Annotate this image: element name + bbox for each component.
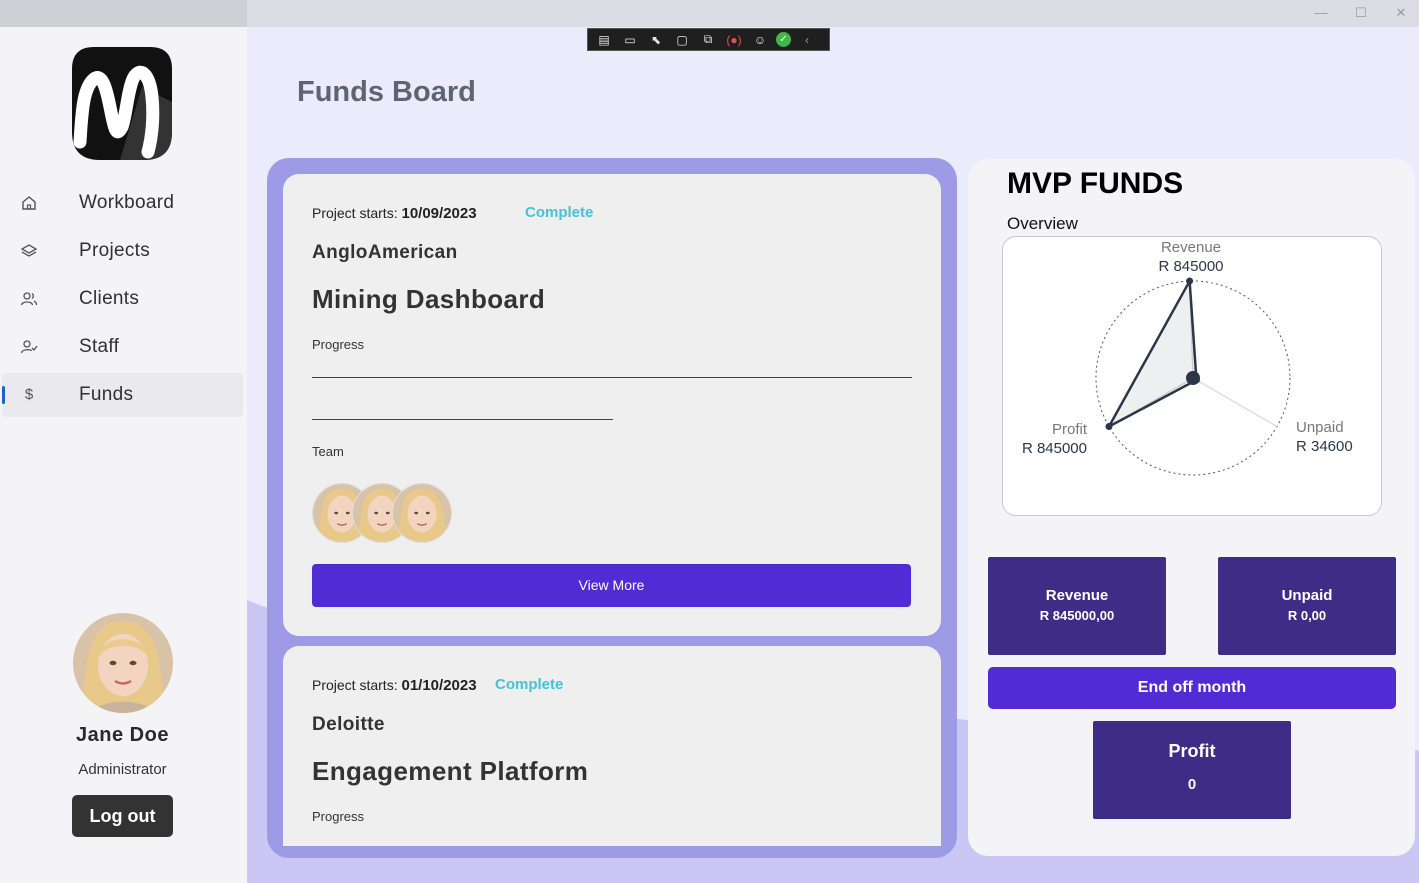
radar-value-label: R 845000: [1022, 440, 1087, 457]
page-title: Funds Board: [297, 76, 476, 108]
status-badge: Complete: [525, 204, 594, 221]
radar-value-label: R 845000: [1158, 258, 1223, 275]
funds-panel: MVP FUNDS Overview Revenue R 845000 Unpaid…: [968, 159, 1415, 856]
start-date: 10/09/2023: [401, 205, 477, 222]
start-label: Project starts:: [312, 677, 398, 693]
progress-label: Progress: [312, 809, 365, 824]
radar-value-label: R 34600: [1296, 438, 1353, 455]
panel-title: MVP FUNDS: [1007, 167, 1184, 200]
active-indicator: [2, 386, 5, 404]
sidebar-item-label: Workboard: [79, 192, 175, 213]
revenue-label: Revenue: [1045, 587, 1109, 604]
check-icon[interactable]: ✓: [776, 32, 791, 47]
project-name: Engagement Platform: [312, 756, 589, 786]
project-card: Project starts: 10/09/2023 Complete Angl…: [283, 174, 941, 636]
progress-track: [312, 377, 912, 378]
client-name: AngloAmerican: [312, 242, 458, 263]
record-icon[interactable]: ▭: [620, 33, 640, 47]
minimize-button[interactable]: —: [1301, 2, 1341, 24]
sidebar-item-projects[interactable]: Projects: [2, 229, 243, 273]
sidebar-item-clients[interactable]: Clients: [2, 277, 243, 321]
radar-chart-container: Revenue R 845000 Unpaid R 34600 Profit R 8450…: [1002, 236, 1382, 516]
window-titlebar: — ☐ ✕: [0, 0, 1419, 27]
projects-board: Project starts: 10/09/2023 Complete Angl…: [267, 158, 957, 858]
debug-toolbar: ▤ ▭ ⬉ ▢ ⧉ (●) ☺ ✓ ‹: [587, 28, 830, 51]
project-start: Project starts: 10/09/2023: [312, 205, 477, 222]
logout-button[interactable]: Log out: [72, 795, 173, 837]
project-card: Project starts: 01/10/2023 Complete Delo…: [283, 646, 941, 846]
end-of-month-button[interactable]: End off month: [988, 667, 1396, 709]
select-element-icon[interactable]: ⬉: [646, 33, 666, 47]
app-logo: [72, 47, 172, 160]
panel-subtitle: Overview: [1007, 214, 1078, 233]
unpaid-value: R 0,00: [1287, 608, 1327, 623]
close-button[interactable]: ✕: [1381, 2, 1419, 24]
radar-chart: Revenue R 845000 Unpaid R 34600 Profit R 8450…: [1022, 239, 1353, 476]
status-badge: Complete: [495, 676, 564, 693]
profit-label: Profit: [1168, 741, 1216, 761]
unpaid-label: Unpaid: [1281, 587, 1333, 604]
avatar: [73, 613, 173, 713]
home-icon: [22, 196, 36, 210]
sidebar-item-label: Staff: [79, 336, 120, 357]
radar-series-area: [1107, 279, 1198, 428]
user-name: Jane Doe: [76, 724, 169, 746]
project-start: Project starts: 01/10/2023: [312, 677, 477, 694]
revenue-value: R 845000,00: [1039, 608, 1115, 623]
radar-center-point: [1186, 371, 1200, 385]
maximize-button[interactable]: ☐: [1341, 2, 1381, 24]
team-avatars: [312, 483, 462, 545]
profit-card: Profit 0: [1093, 721, 1291, 819]
avatar[interactable]: [392, 483, 452, 543]
user-role: Administrator: [78, 761, 167, 778]
display-layout-icon[interactable]: ▢: [672, 33, 692, 47]
radar-point-profit: [1105, 423, 1113, 430]
radar-axis-label: Revenue: [1161, 239, 1221, 256]
profit-value: 0: [1187, 776, 1197, 793]
user-check-icon: [20, 340, 38, 354]
project-name: Mining Dashboard: [312, 284, 546, 314]
sidebar-item-label: Projects: [79, 240, 151, 261]
view-more-button[interactable]: View More: [312, 564, 911, 607]
users-icon: [20, 292, 38, 306]
start-date: 01/10/2023: [401, 677, 477, 694]
start-label: Project starts:: [312, 205, 398, 221]
titlebar-left: [0, 0, 247, 27]
sidebar-item-staff[interactable]: Staff: [2, 325, 243, 369]
radar-axis-label: Profit: [1052, 421, 1088, 438]
progress-label: Progress: [312, 337, 365, 352]
radar-axis-label: Unpaid: [1296, 419, 1344, 436]
revenue-card: Revenue R 845000,00: [988, 557, 1166, 655]
binding-failures-icon[interactable]: (●): [724, 33, 744, 47]
team-label: Team: [312, 444, 344, 459]
dollar-icon: $: [24, 386, 34, 403]
sidebar-item-funds[interactable]: $ Funds: [2, 373, 243, 417]
sidebar: Workboard Projects Clients Staff $ Funds…: [0, 27, 247, 883]
progress-bar: [312, 419, 613, 420]
sidebar-item-label: Clients: [79, 288, 140, 309]
unpaid-card: Unpaid R 0,00: [1218, 557, 1396, 655]
sidebar-item-label: Funds: [79, 384, 134, 405]
accessibility-icon[interactable]: ☺: [750, 33, 770, 47]
radar-point-revenue: [1186, 277, 1194, 285]
collapse-chevron-icon[interactable]: ‹: [797, 33, 817, 47]
layers-icon: [20, 244, 38, 257]
client-name: Deloitte: [312, 714, 385, 735]
radar-spoke: [1192, 377, 1278, 428]
live-tree-icon[interactable]: ▤: [594, 33, 614, 47]
sidebar-item-workboard[interactable]: Workboard: [2, 181, 243, 225]
track-focus-icon[interactable]: ⧉: [698, 32, 718, 47]
